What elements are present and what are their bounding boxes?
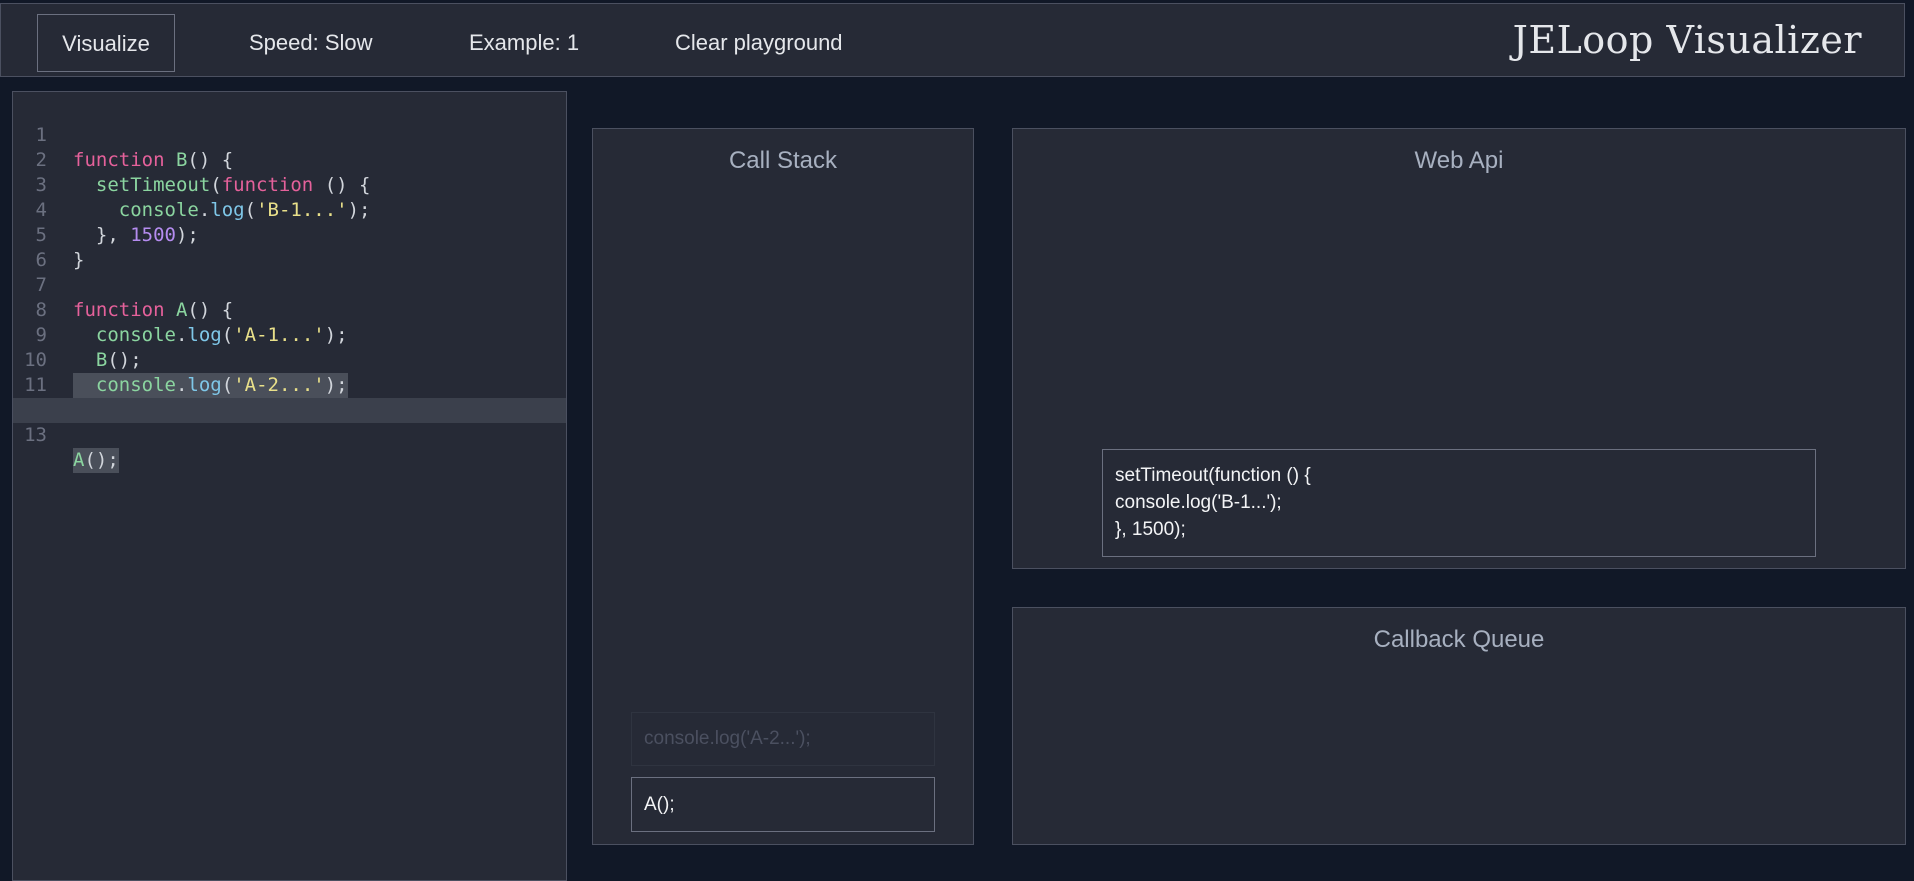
current-line-selection: A(); [73, 448, 119, 473]
code-line-5: 5 } [13, 198, 566, 271]
call-stack-title: Call Stack [728, 147, 838, 174]
top-toolbar: Visualize Speed: Slow Example: 1 Clear p… [0, 3, 1905, 77]
call-stack-frame: A(); [631, 777, 935, 832]
code-line-6: 6 [13, 223, 566, 271]
code-line-4: 4 }, 1500); [13, 173, 566, 246]
code-line-11: 11 } [13, 348, 566, 421]
code-line-8: 8 console.log('A-1...'); [13, 273, 566, 346]
call-stack-frame-ghost: console.log('A-2...'); [631, 712, 935, 766]
example-button[interactable]: Example: 1 [469, 14, 579, 72]
code-line-1: 1 function B() { [13, 98, 566, 171]
callback-queue-panel: Callback Queue [1012, 607, 1906, 845]
code-editor[interactable]: 1 function B() { 2 setTimeout(function (… [12, 91, 567, 881]
code-line-13: 13 A(); [13, 398, 566, 473]
web-api-title: Web Api [1414, 147, 1504, 174]
line-number: 13 [24, 424, 47, 446]
code-line-12: 12 [13, 373, 566, 421]
visualize-button[interactable]: Visualize [37, 14, 175, 72]
code-token: (); [84, 449, 119, 471]
code-token: A [73, 449, 85, 471]
speed-button[interactable]: Speed: Slow [249, 14, 373, 72]
clear-playground-button[interactable]: Clear playground [675, 14, 843, 72]
web-api-item: setTimeout(function () { console.log('B-… [1102, 449, 1816, 557]
code-line-10: 10 console.log('A-2...'); [13, 323, 566, 398]
code-line-3: 3 console.log('B-1...'); [13, 148, 566, 221]
code-line-2: 2 setTimeout(function () { [13, 123, 566, 196]
web-api-panel: Web Api setTimeout(function () { console… [1012, 128, 1906, 569]
call-stack-panel: Call Stack console.log('A-2...'); A(); [592, 128, 974, 845]
code-line-7: 7 function A() { [13, 248, 566, 321]
app-title: JELoop Visualizer [1512, 18, 1862, 62]
callback-queue-title: Callback Queue [1373, 626, 1545, 653]
code-line-9: 9 B(); [13, 298, 566, 371]
